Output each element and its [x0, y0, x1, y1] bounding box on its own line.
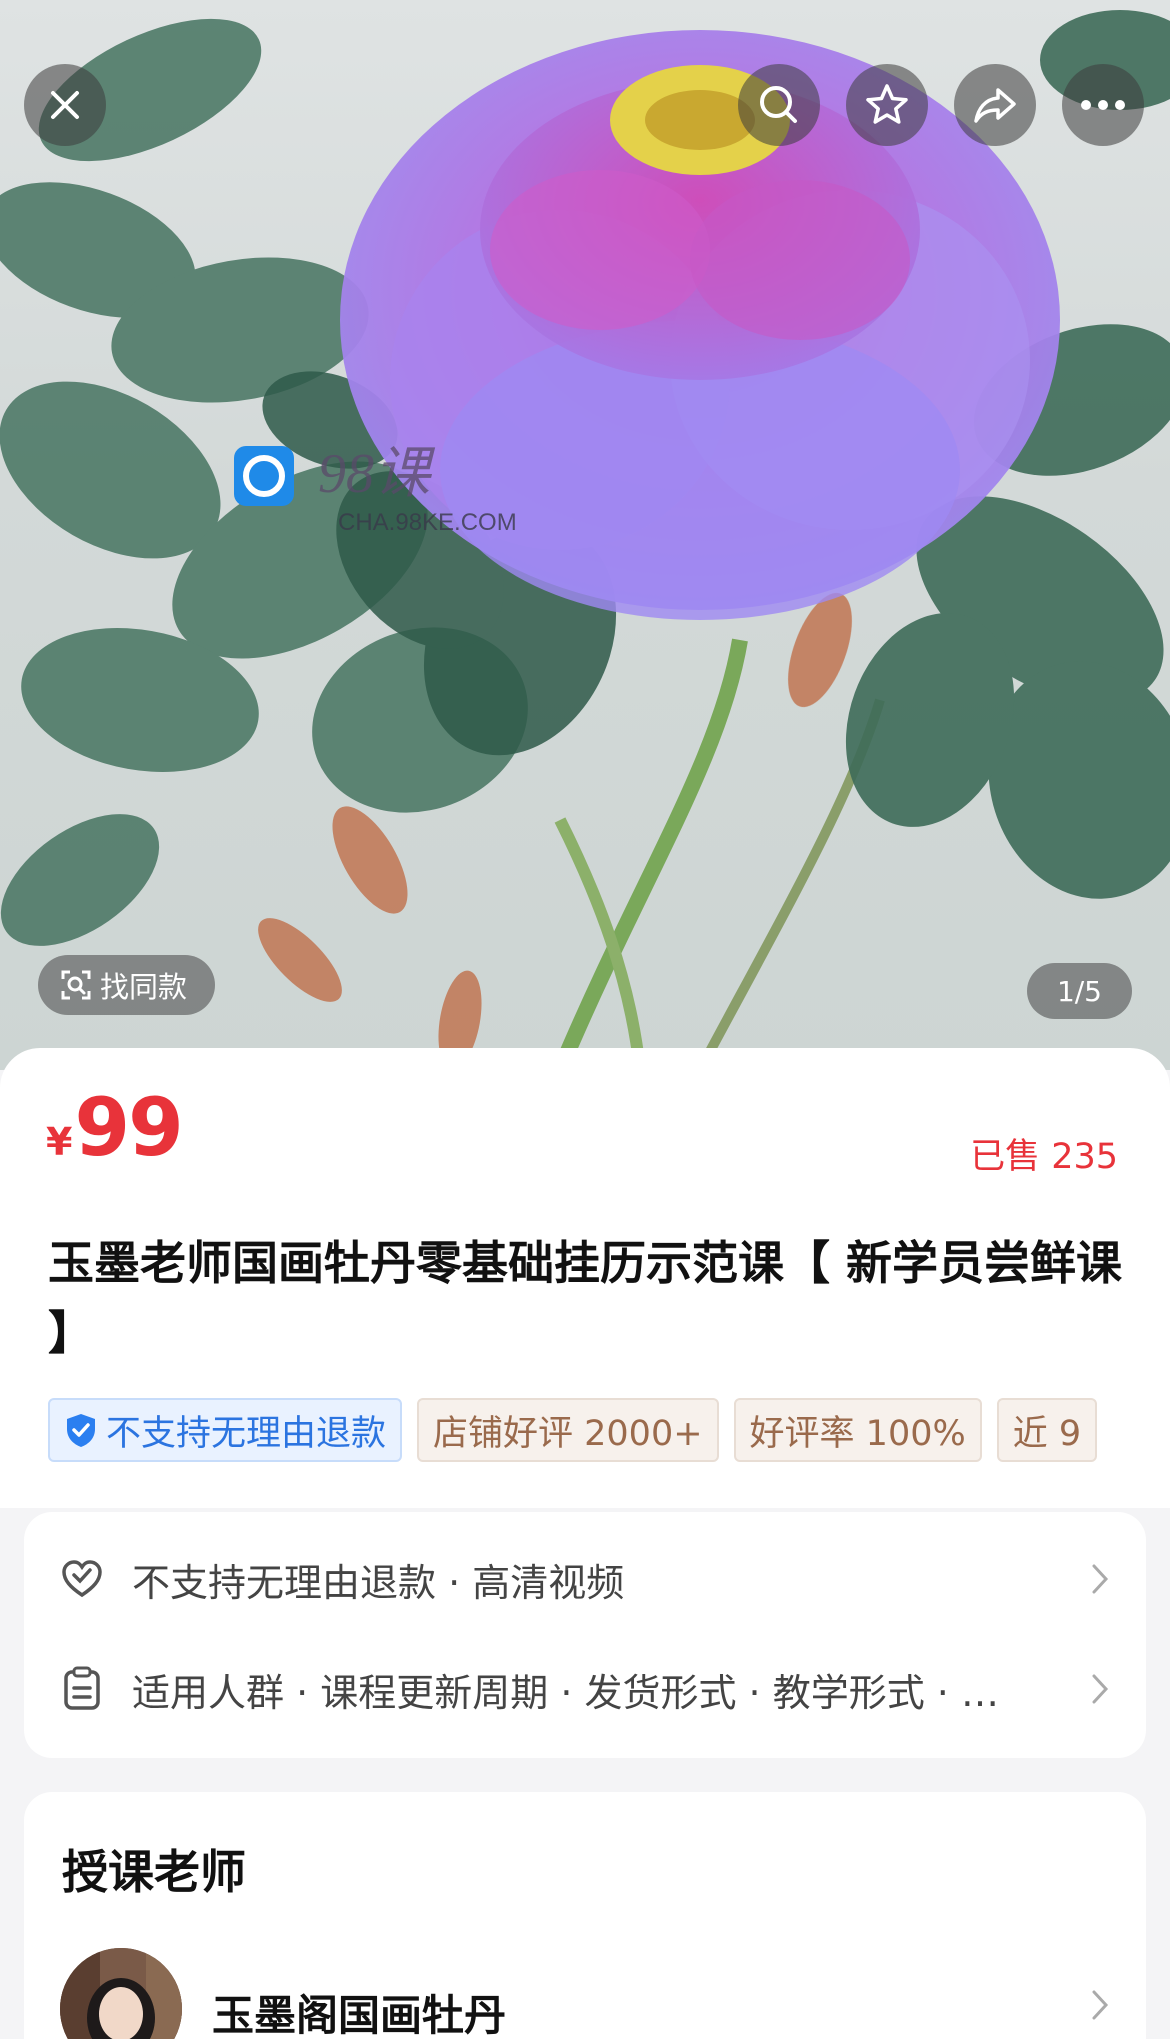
clipboard-icon [64, 1666, 100, 1710]
tag-store-reviews[interactable]: 店铺好评 2000+ [417, 1398, 719, 1462]
scan-search-icon [61, 970, 91, 1000]
chevron-right-icon [1092, 1674, 1109, 1704]
service-params-row[interactable]: 适用人群 · 课程更新周期 · 发货形式 · 教学形式 · … [24, 1634, 1146, 1744]
teacher-heading: 授课老师 [62, 1845, 246, 1899]
tag-label: 店铺好评 2000+ [433, 1413, 703, 1454]
price-value: 99 [74, 1081, 183, 1174]
tag-label: 不支持无理由退款 [106, 1413, 387, 1454]
star-icon [866, 84, 908, 124]
find-same-button[interactable]: 找同款 [38, 955, 216, 1015]
find-same-label: 找同款 [100, 970, 188, 1004]
favorite-button[interactable] [846, 64, 928, 146]
more-icon [1081, 100, 1125, 110]
chevron-right-icon [1092, 1564, 1109, 1594]
sold-count: 已售 235 [970, 1137, 1118, 1177]
close-button[interactable] [24, 64, 106, 146]
service-guarantee-text: 不支持无理由退款 · 高清视频 [132, 1560, 625, 1605]
tag-list[interactable]: 不支持无理由退款 店铺好评 2000+ 好评率 100% 近 9 [48, 1398, 1122, 1464]
close-icon [51, 91, 79, 119]
search-icon [760, 86, 797, 123]
search-button[interactable] [738, 64, 820, 146]
share-button[interactable] [954, 64, 1036, 146]
tag-no-refund[interactable]: 不支持无理由退款 [48, 1398, 403, 1462]
tag-label: 近 9 [1012, 1413, 1082, 1454]
avatar-photo [60, 1948, 182, 2039]
teacher-avatar[interactable] [60, 1948, 182, 2039]
chevron-right-icon [1092, 1990, 1109, 2020]
tag-label: 好评率 100% [749, 1413, 966, 1454]
tag-positive-rate[interactable]: 好评率 100% [733, 1398, 982, 1462]
service-card: 不支持无理由退款 · 高清视频 适用人群 · 课程更新周期 · 发货形式 · 教… [24, 1512, 1146, 1758]
product-title: 玉墨老师国画牡丹零基础挂历示范课【 新学员尝鲜课 】 [48, 1236, 1123, 1360]
heart-shield-icon [62, 1560, 102, 1598]
price: ¥ 99 [46, 1081, 184, 1174]
image-pager: 1/5 [1026, 963, 1132, 1019]
service-guarantee-row[interactable]: 不支持无理由退款 · 高清视频 [24, 1524, 1146, 1634]
watermark-url: CHA.98KE.COM [338, 509, 517, 536]
more-button[interactable] [1062, 64, 1144, 146]
shield-check-icon [67, 1414, 95, 1447]
product-image-carousel[interactable]: 98课 CHA.98KE.COM 找同款 1/5 [0, 0, 1170, 1070]
currency-symbol: ¥ [46, 1120, 73, 1164]
teacher-name[interactable]: 玉墨阁国画牡丹 [212, 1982, 506, 2039]
product-info-card: ¥ 99 已售 235 玉墨老师国画牡丹零基础挂历示范课【 新学员尝鲜课 】 不… [0, 1048, 1170, 1508]
tag-recent[interactable]: 近 9 [996, 1398, 1098, 1462]
teacher-card: 授课老师 玉墨阁国画牡丹 [24, 1792, 1146, 2039]
share-icon [974, 88, 1016, 123]
service-params-text: 适用人群 · 课程更新周期 · 发货形式 · 教学形式 · … [132, 1670, 999, 1715]
peony-painting: 98课 CHA.98KE.COM [0, 10, 1170, 1070]
watermark-main: 98课 [318, 443, 436, 505]
